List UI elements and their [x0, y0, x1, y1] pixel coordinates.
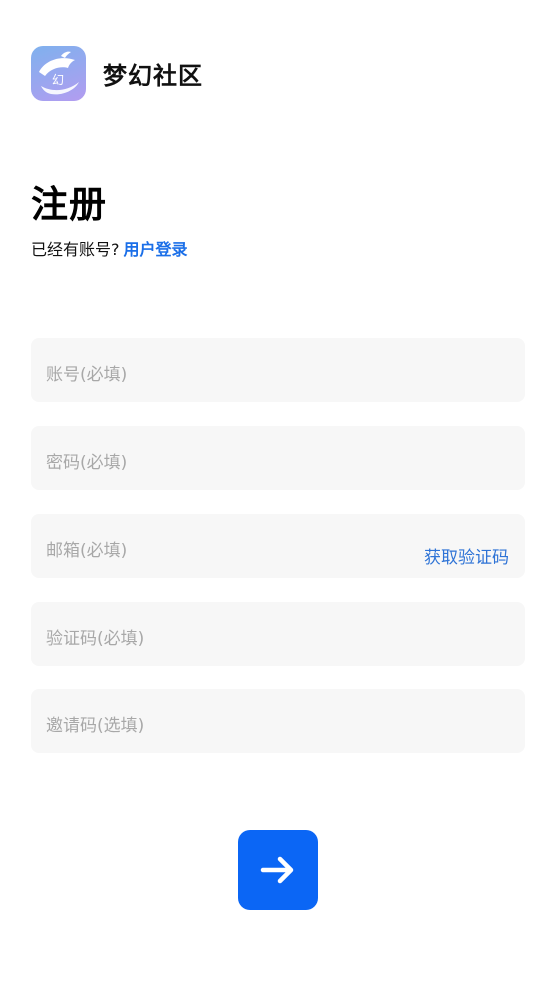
- arrow-right-icon: [260, 856, 294, 884]
- svg-text:幻: 幻: [52, 73, 64, 87]
- register-page: 幻 梦幻社区 注册 已经有账号? 用户登录 账号(必填) 密码(必填) 邮箱(必填…: [0, 0, 554, 985]
- verification-code-field[interactable]: 验证码(必填): [31, 602, 525, 666]
- brand-header: 幻 梦幻社区: [31, 46, 203, 101]
- password-placeholder: 密码(必填): [46, 453, 128, 473]
- get-code-button[interactable]: 获取验证码: [424, 543, 509, 568]
- page-title: 注册: [31, 183, 107, 226]
- email-field[interactable]: 邮箱(必填) 获取验证码: [31, 514, 525, 578]
- account-field[interactable]: 账号(必填): [31, 338, 525, 402]
- app-name: 梦幻社区: [103, 62, 203, 90]
- login-link[interactable]: 用户登录: [124, 240, 188, 259]
- have-account-text: 已经有账号?: [31, 240, 120, 259]
- invite-code-field[interactable]: 邀请码(选填): [31, 689, 525, 753]
- invite-code-placeholder: 邀请码(选填): [46, 716, 145, 736]
- password-field[interactable]: 密码(必填): [31, 426, 525, 490]
- submit-button[interactable]: [238, 830, 318, 910]
- verification-code-placeholder: 验证码(必填): [46, 629, 145, 649]
- dolphin-logo-icon: 幻: [31, 46, 86, 101]
- login-prompt: 已经有账号? 用户登录: [31, 236, 188, 260]
- account-placeholder: 账号(必填): [46, 365, 128, 385]
- email-placeholder: 邮箱(必填): [46, 541, 128, 561]
